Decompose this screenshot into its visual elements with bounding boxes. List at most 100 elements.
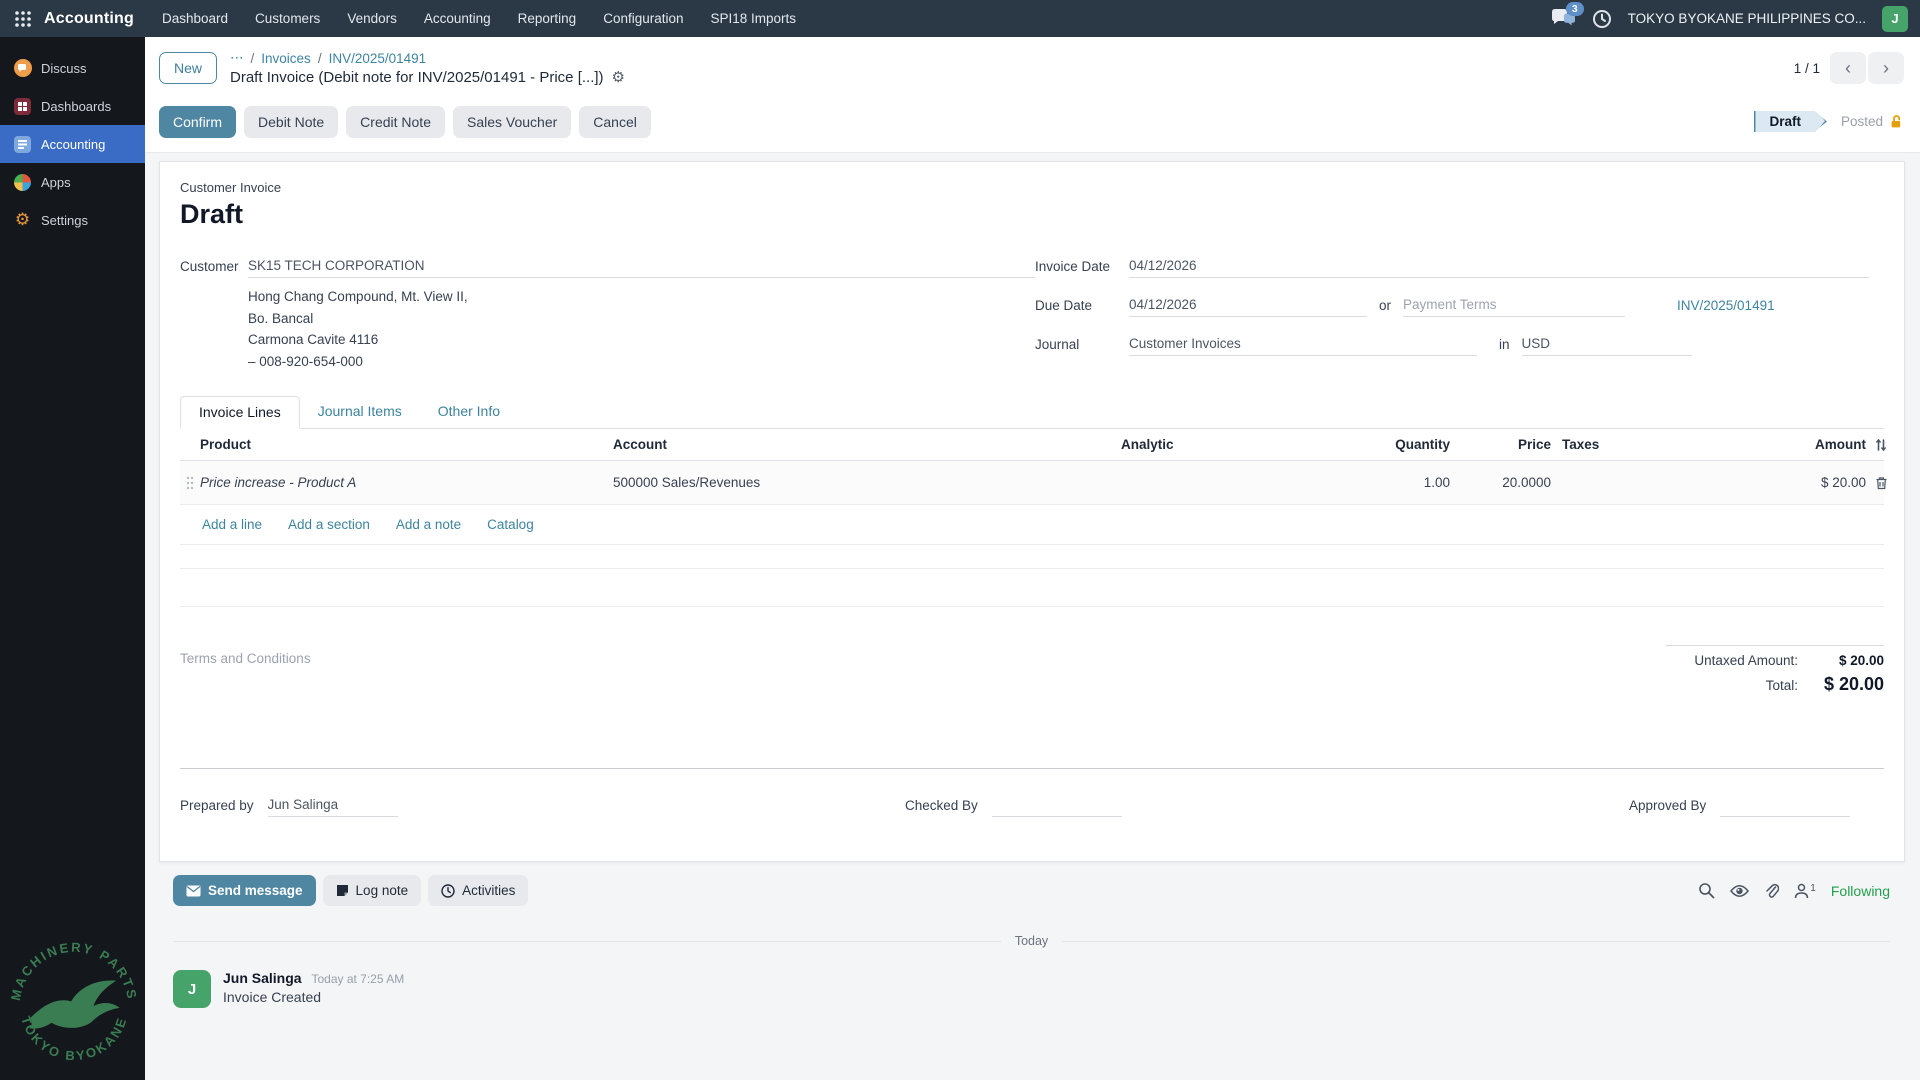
apps-icon [13,173,32,192]
message-author[interactable]: Jun Salinga [223,970,302,986]
search-messages-icon[interactable] [1698,882,1715,899]
menu-spi18-imports[interactable]: SPI18 Imports [711,11,797,26]
breadcrumb-separator: / [250,50,255,66]
cell-amount[interactable]: $ 20.00 [1741,475,1866,490]
followers-icon[interactable]: 1 [1794,883,1816,899]
currency-field[interactable] [1521,334,1692,356]
address-line: Hong Chang Compound, Mt. View II, [248,289,468,304]
add-a-note-link[interactable]: Add a note [396,517,461,532]
breadcrumb-invoices-link[interactable]: Invoices [261,51,311,66]
envelope-icon [186,885,201,896]
menu-accounting[interactable]: Accounting [424,11,491,26]
table-row[interactable]: Price increase - Product A 500000 Sales/… [180,461,1887,505]
message-avatar[interactable]: J [173,970,211,1008]
drag-handle-icon[interactable] [180,476,200,490]
cancel-button[interactable]: Cancel [579,105,651,138]
cell-quantity[interactable]: 1.00 [1313,475,1450,490]
journal-field[interactable] [1129,334,1477,356]
tab-journal-items[interactable]: Journal Items [300,396,420,429]
total-value: $ 20.00 [1823,674,1884,694]
activities-button[interactable]: Activities [428,875,529,906]
or-label: or [1379,298,1392,313]
pager-next-button[interactable]: › [1868,52,1904,84]
column-taxes[interactable]: Taxes [1551,437,1741,452]
pager-previous-button[interactable]: ‹ [1830,52,1866,84]
cell-product[interactable]: Price increase - Product A [200,475,613,490]
sales-voucher-button[interactable]: Sales Voucher [452,105,572,138]
column-price[interactable]: Price [1450,437,1551,452]
column-quantity[interactable]: Quantity [1313,437,1450,452]
cell-account[interactable]: 500000 Sales/Revenues [613,475,1121,490]
following-toggle[interactable]: Following [1831,883,1890,899]
apps-grid-icon[interactable] [14,9,34,29]
sidebar-item-discuss[interactable]: Discuss [0,49,145,87]
top-navbar: Accounting Dashboard Customers Vendors A… [0,0,1920,37]
credit-note-button[interactable]: Credit Note [346,105,445,138]
customer-label: Customer [180,259,239,274]
attachment-paperclip-icon[interactable] [1764,883,1780,899]
status-draft[interactable]: Draft [1754,111,1827,132]
confirm-button[interactable]: Confirm [159,105,237,138]
status-bar: Draft Posted [1754,111,1904,132]
tab-other-info[interactable]: Other Info [420,396,518,429]
debit-note-button[interactable]: Debit Note [244,105,339,138]
new-button[interactable]: New [159,52,218,84]
totals-panel: Untaxed Amount: $ 20.00 Total: $ 20.00 [1666,645,1884,701]
settings-gear-icon[interactable]: ⚙ [612,68,625,86]
payment-terms-field[interactable] [1403,295,1626,317]
sidebar-item-dashboards[interactable]: Dashboards [0,87,145,125]
menu-vendors[interactable]: Vendors [347,11,397,26]
watch-eye-icon[interactable] [1730,884,1750,898]
column-product[interactable]: Product [200,437,613,452]
log-note-button[interactable]: Log note [322,875,422,906]
user-avatar[interactable]: J [1882,5,1908,32]
menu-configuration[interactable]: Configuration [603,11,683,26]
delete-line-icon[interactable] [1866,476,1888,490]
sidebar-item-apps[interactable]: Apps [0,163,145,201]
terms-and-conditions-field[interactable]: Terms and Conditions [180,645,311,701]
add-a-line-link[interactable]: Add a line [202,517,262,532]
sidebar-item-settings[interactable]: ⚙ Settings [0,201,145,239]
breadcrumb-ellipsis[interactable]: ⋯ [230,50,244,66]
prepared-by-field[interactable] [267,795,398,817]
document-state-title: Draft [180,199,244,229]
sheet-area: Customer Invoice Draft Customer Hong Cha… [145,153,1920,1080]
table-header-row: Product Account Analytic Quantity Price … [180,429,1887,461]
optional-columns-icon[interactable] [1866,438,1888,452]
send-message-button[interactable]: Send message [173,875,316,906]
journal-label: Journal [1035,337,1080,352]
menu-reporting[interactable]: Reporting [518,11,577,26]
message-timestamp: Today at 7:25 AM [311,972,405,986]
company-watermark-logo: MACHINERY PARTS TOKYO BYOKANE [8,940,138,1064]
menu-customers[interactable]: Customers [255,11,320,26]
column-account[interactable]: Account [613,437,1121,452]
catalog-link[interactable]: Catalog [487,517,534,532]
invoice-date-field[interactable] [1129,256,1869,278]
untaxed-amount-value: $ 20.00 [1838,653,1884,668]
cell-price[interactable]: 20.0000 [1450,475,1551,490]
invoice-reference-link[interactable]: INV/2025/01491 [1677,298,1775,313]
column-amount[interactable]: Amount [1741,437,1866,452]
messages-icon[interactable]: 3 [1550,1,1584,30]
invoice-date-label: Invoice Date [1035,259,1111,274]
sidebar-item-accounting[interactable]: Accounting [0,125,145,163]
status-posted[interactable]: Posted [1841,114,1904,129]
menu-dashboard[interactable]: Dashboard [162,11,228,26]
signatures-row: Prepared by Checked By Approved By [180,795,1884,839]
address-line: Bo. Bancal [248,310,314,326]
activities-clock-icon[interactable] [1592,9,1612,29]
checked-by-field[interactable] [991,795,1122,817]
customer-field[interactable] [248,256,1035,278]
app-sidebar: Discuss Dashboards Accounting Apps ⚙ Set… [0,37,145,1080]
breadcrumb-record-link[interactable]: INV/2025/01491 [329,51,427,66]
app-name[interactable]: Accounting [44,10,134,28]
followers-count: 1 [1810,882,1816,894]
tab-invoice-lines[interactable]: Invoice Lines [180,396,300,429]
add-a-section-link[interactable]: Add a section [288,517,370,532]
company-switcher[interactable]: TOKYO BYOKANE PHILIPPINES CO... [1628,11,1866,26]
column-analytic[interactable]: Analytic [1121,437,1313,452]
checked-by-label: Checked By [905,798,978,813]
accounting-icon [13,135,32,154]
due-date-field[interactable] [1129,295,1367,317]
approved-by-field[interactable] [1720,795,1851,817]
